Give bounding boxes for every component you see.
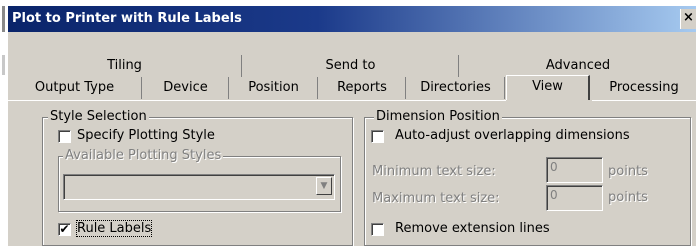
style-selection-legend: Style Selection	[48, 109, 149, 124]
maximum-text-size-unit: points	[608, 190, 648, 205]
title-bar: Plot to Printer with Rule Labels ×	[8, 6, 696, 32]
available-plotting-styles-legend: Available Plotting Styles	[63, 148, 224, 163]
tab-view[interactable]: View	[506, 75, 590, 100]
specify-plotting-style-label: Specify Plotting Style	[77, 128, 215, 143]
close-icon[interactable]: ×	[680, 9, 696, 29]
tab-send-to[interactable]: Send to	[243, 55, 459, 77]
maximum-text-size-input[interactable]: 0	[546, 185, 603, 211]
rule-labels-label: Rule Labels	[75, 220, 153, 237]
tab-reports[interactable]: Reports	[319, 77, 406, 99]
maximum-text-size-label: Maximum text size:	[372, 191, 500, 206]
tab-tiling[interactable]: Tiling	[8, 55, 242, 77]
left-edge-mark-2	[2, 55, 5, 75]
chevron-down-icon[interactable]: ▼	[316, 177, 332, 195]
rule-labels-checkbox[interactable]: ✔	[58, 223, 71, 236]
available-plotting-styles-select[interactable]: ▼	[63, 174, 335, 200]
left-edge-mark	[2, 6, 5, 32]
tab-position[interactable]: Position	[230, 77, 318, 99]
minimum-text-size-unit: points	[608, 164, 648, 179]
tab-device[interactable]: Device	[143, 77, 229, 99]
tab-panel-top-edge	[8, 100, 506, 101]
tab-directories[interactable]: Directories	[407, 77, 505, 99]
plot-dialog: Plot to Printer with Rule Labels × Tilin…	[8, 6, 696, 246]
remove-extension-lines-checkbox[interactable]	[371, 223, 384, 236]
auto-adjust-checkbox[interactable]	[371, 130, 384, 143]
tab-output-type[interactable]: Output Type	[8, 77, 142, 99]
window-title: Plot to Printer with Rule Labels	[12, 11, 242, 26]
tab-panel-top-edge-right	[592, 100, 696, 101]
minimum-text-size-input[interactable]: 0	[546, 157, 603, 183]
remove-extension-lines-label: Remove extension lines	[395, 221, 550, 236]
tab-advanced[interactable]: Advanced	[460, 55, 696, 77]
specify-plotting-style-checkbox[interactable]	[58, 130, 71, 143]
check-icon: ✔	[59, 222, 70, 236]
auto-adjust-label: Auto-adjust overlapping dimensions	[395, 128, 630, 143]
minimum-text-size-label: Minimum text size:	[372, 164, 496, 179]
tab-processing[interactable]: Processing	[592, 77, 696, 99]
dimension-position-legend: Dimension Position	[374, 109, 502, 124]
